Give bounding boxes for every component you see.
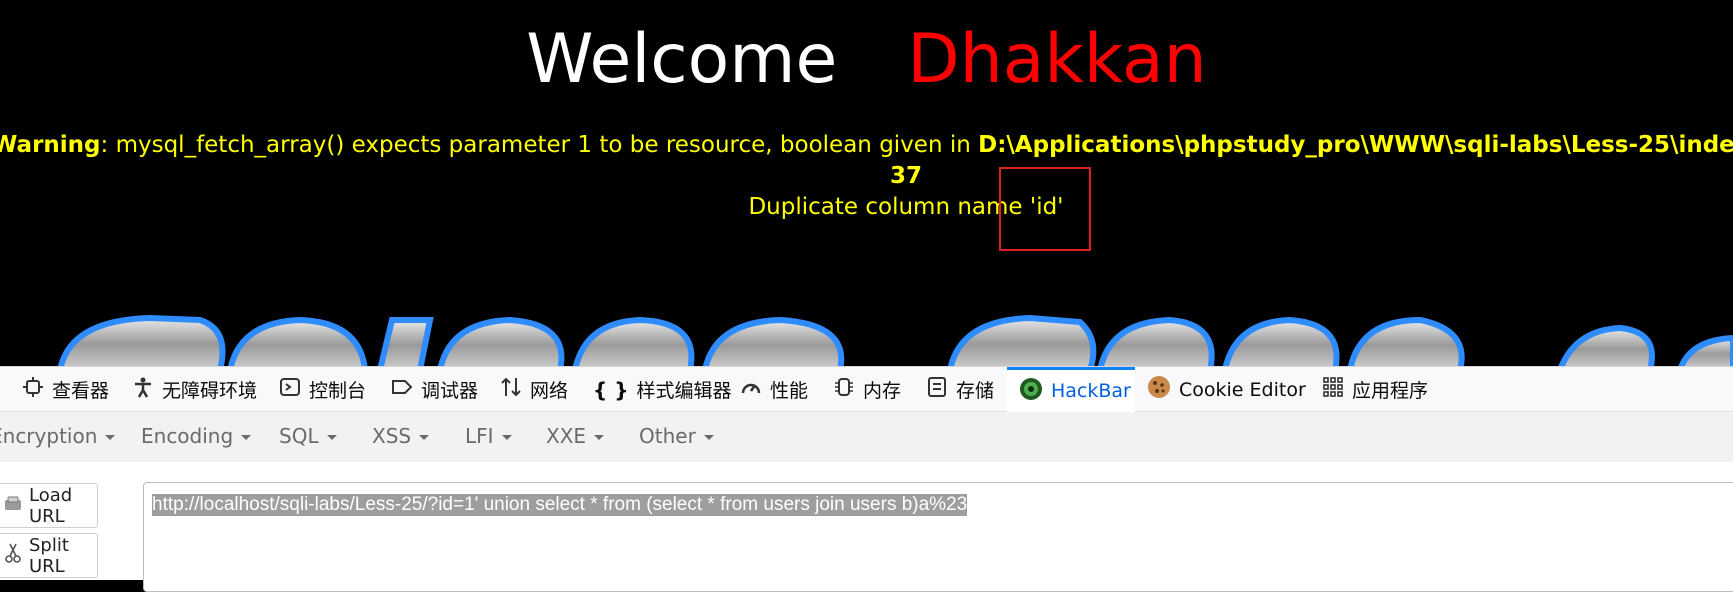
chevron-down-icon bbox=[703, 435, 714, 440]
sql-error-message: Duplicate column name 'id' bbox=[748, 194, 1064, 220]
tab-label: 查看器 bbox=[52, 380, 110, 402]
tab-label: HackBar bbox=[1051, 380, 1131, 402]
tab-label: 内存 bbox=[863, 380, 902, 402]
tab-memory[interactable]: 内存 bbox=[833, 367, 901, 412]
tab-style-editor[interactable]: { } 样式编辑器 bbox=[593, 367, 731, 412]
devtools-panel: 查看器 无障碍环境 控制台 调试器 网络 { } 样式编辑器 性能 内存 存储 … bbox=[0, 366, 1733, 592]
web-page-content: Welcome Dhakkan Warning: mysql_fetch_arra… bbox=[0, 0, 1733, 366]
menu-sql[interactable]: SQL bbox=[279, 424, 337, 448]
tab-application[interactable]: 应用程序 bbox=[1322, 367, 1428, 412]
highlight-box bbox=[999, 167, 1091, 251]
split-url-button[interactable]: Split URL bbox=[0, 533, 98, 578]
tab-label: 网络 bbox=[530, 380, 569, 402]
menu-other[interactable]: Other bbox=[639, 424, 714, 448]
inspector-icon bbox=[22, 376, 52, 403]
menu-encoding[interactable]: Encoding bbox=[141, 424, 252, 448]
tab-label: 样式编辑器 bbox=[636, 380, 732, 402]
memory-icon bbox=[833, 376, 863, 403]
tab-console[interactable]: 控制台 bbox=[279, 367, 366, 412]
split-url-label: Split URL bbox=[29, 534, 69, 577]
tab-inspector[interactable]: 查看器 bbox=[22, 367, 109, 412]
warning-line-number: 37 bbox=[889, 163, 922, 189]
load-url-label: Load URL bbox=[29, 484, 73, 527]
user-name: Dhakkan bbox=[907, 20, 1207, 99]
hackbar-icon bbox=[1019, 377, 1051, 406]
chevron-down-icon bbox=[326, 435, 337, 440]
warning-message: : mysql_fetch_array() expects parameter … bbox=[100, 132, 979, 158]
storage-icon bbox=[926, 376, 956, 403]
chevron-down-icon bbox=[241, 435, 252, 440]
tab-label: 控制台 bbox=[309, 380, 367, 402]
welcome-heading: Welcome Dhakkan bbox=[0, 18, 1733, 102]
load-url-icon bbox=[3, 493, 23, 518]
tab-performance[interactable]: 性能 bbox=[740, 367, 808, 412]
warning-label: Warning bbox=[0, 132, 101, 158]
tab-cookie-editor[interactable]: Cookie Editor bbox=[1147, 367, 1306, 412]
tab-label: 性能 bbox=[770, 380, 809, 402]
tab-debugger[interactable]: 调试器 bbox=[391, 367, 478, 412]
console-icon bbox=[279, 376, 309, 403]
network-icon bbox=[500, 376, 530, 403]
tab-label: 应用程序 bbox=[1352, 380, 1429, 402]
tab-accessibility[interactable]: 无障碍环境 bbox=[132, 367, 257, 412]
tab-label: 存储 bbox=[956, 380, 995, 402]
url-input[interactable]: http://localhost/sqli-labs/Less-25/?id=1… bbox=[143, 482, 1733, 592]
performance-icon bbox=[740, 376, 770, 403]
series-banner-image bbox=[0, 300, 1733, 366]
chevron-down-icon bbox=[594, 435, 605, 440]
chevron-down-icon bbox=[105, 435, 116, 440]
tab-label: 调试器 bbox=[421, 380, 479, 402]
hackbar-menu-bar: Encryption Encoding SQL XSS LFI XXE Othe… bbox=[0, 412, 1733, 462]
tab-label: 无障碍环境 bbox=[162, 380, 258, 402]
menu-xxe[interactable]: XXE bbox=[546, 424, 605, 448]
tab-storage[interactable]: 存储 bbox=[926, 367, 994, 412]
debugger-icon bbox=[391, 376, 421, 403]
url-text: http://localhost/sqli-labs/Less-25/?id=1… bbox=[152, 494, 968, 516]
application-icon bbox=[1322, 376, 1352, 403]
chevron-down-icon bbox=[501, 435, 512, 440]
php-warning: Warning: mysql_fetch_array() expects par… bbox=[0, 130, 1733, 160]
accessibility-icon bbox=[132, 376, 162, 403]
menu-xss[interactable]: XSS bbox=[372, 424, 430, 448]
tab-hackbar[interactable]: HackBar bbox=[1007, 367, 1135, 412]
menu-encryption[interactable]: Encryption bbox=[0, 424, 116, 448]
tab-network[interactable]: 网络 bbox=[500, 367, 568, 412]
load-url-button[interactable]: Load URL bbox=[0, 483, 98, 528]
chevron-down-icon bbox=[419, 435, 430, 440]
devtools-tab-bar: 查看器 无障碍环境 控制台 调试器 网络 { } 样式编辑器 性能 内存 存储 … bbox=[0, 366, 1733, 412]
style-editor-icon: { } bbox=[593, 377, 629, 402]
warning-path: D:\Applications\phpstudy_pro\WWW\sqli-la… bbox=[978, 132, 1733, 158]
welcome-text: Welcome bbox=[526, 20, 838, 99]
scissors-icon bbox=[3, 542, 23, 569]
menu-lfi[interactable]: LFI bbox=[465, 424, 512, 448]
cookie-icon bbox=[1147, 375, 1179, 404]
tab-label: Cookie Editor bbox=[1179, 378, 1306, 401]
